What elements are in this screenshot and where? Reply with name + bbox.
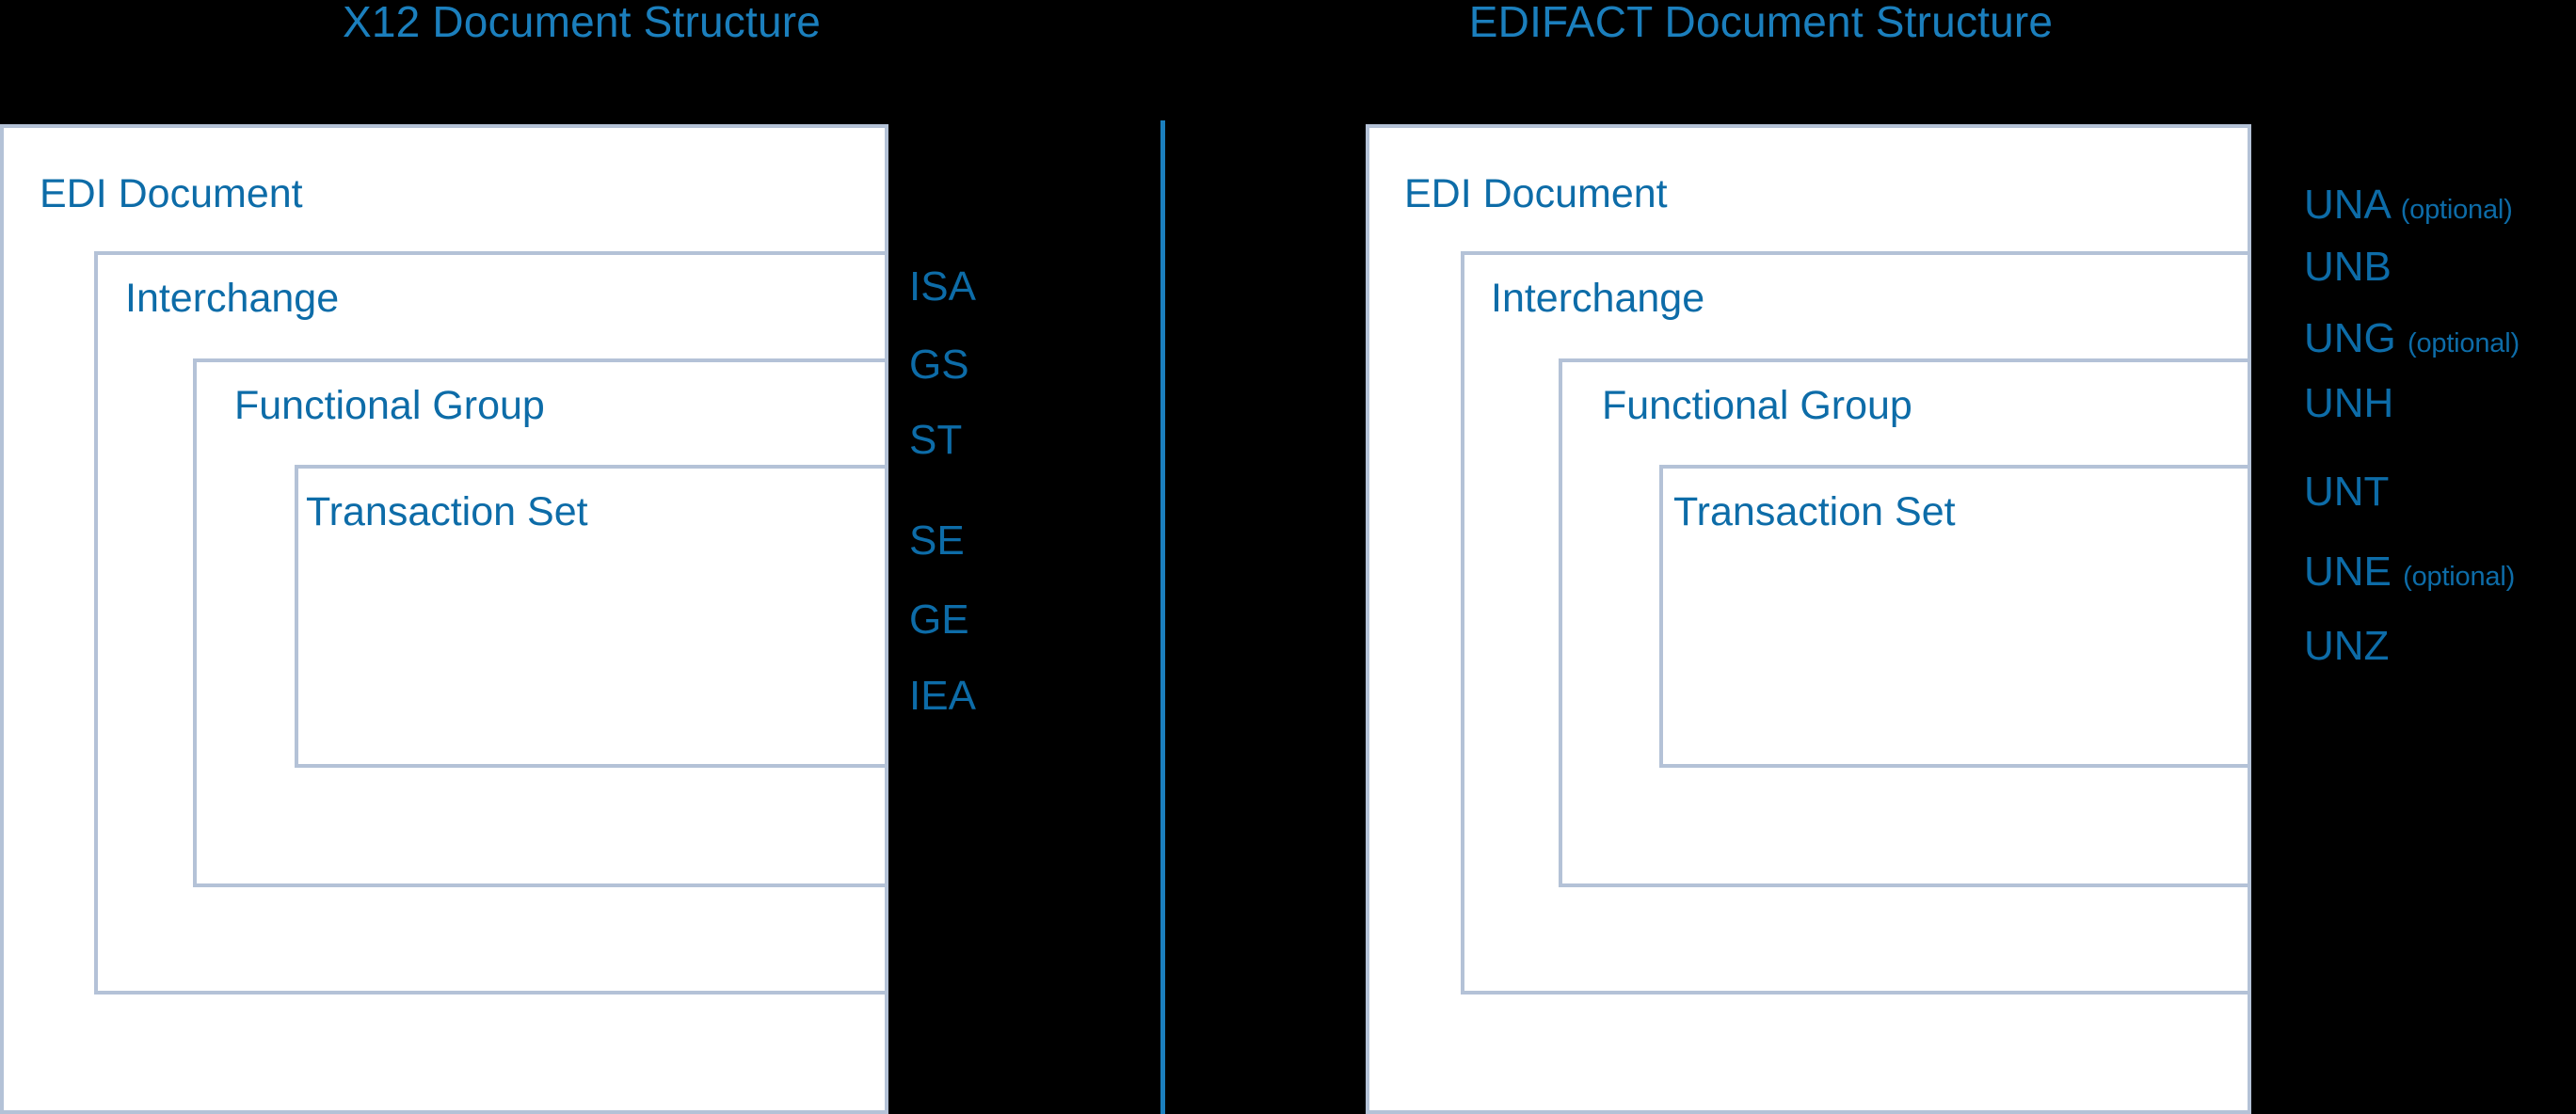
x12-interchange-label: Interchange (125, 276, 340, 321)
x12-segment-isa: ISA (909, 266, 976, 308)
x12-segment-iea: IEA (909, 676, 976, 717)
x12-edi-document-label: EDI Document (40, 171, 303, 216)
x12-transaction-set-label: Transaction Set (306, 489, 588, 534)
x12-segment-isa-code: ISA (909, 263, 976, 310)
edifact-segment-unz-code: UNZ (2304, 623, 2390, 669)
x12-segment-ge-code: GE (909, 597, 969, 643)
edifact-segment-unz: UNZ (2304, 626, 2389, 667)
edifact-functional-group-label: Functional Group (1602, 383, 1912, 428)
x12-segment-gs-code: GS (909, 342, 969, 388)
x12-segment-st-code: ST (909, 417, 963, 463)
edifact-segment-ung-code: UNG (2304, 315, 2396, 361)
edifact-segment-una-optional: (optional) (2400, 195, 2513, 225)
x12-segment-se: SE (909, 520, 965, 562)
panel-divider-line (1160, 120, 1165, 1114)
edifact-segment-unt: UNT (2304, 471, 2389, 513)
edifact-segment-unh-code: UNH (2304, 380, 2394, 426)
edifact-segment-unt-code: UNT (2304, 469, 2390, 515)
x12-segment-se-code: SE (909, 517, 965, 564)
x12-functional-group-label: Functional Group (234, 383, 545, 428)
diagram-canvas: X12 Document Structure EDIFACT Document … (0, 0, 2576, 1114)
edifact-segment-ung-optional: (optional) (2408, 328, 2520, 358)
edifact-panel-title: EDIFACT Document Structure (1468, 0, 2054, 46)
edifact-segment-une-optional: (optional) (2403, 562, 2516, 592)
edifact-interchange-label: Interchange (1491, 276, 1705, 321)
edifact-segment-una: UNA (optional) (2304, 184, 2513, 226)
edifact-segment-unb: UNB (2304, 247, 2392, 288)
edifact-transaction-set-label: Transaction Set (1673, 489, 1956, 534)
edifact-segment-ung: UNG (optional) (2304, 318, 2520, 359)
x12-segment-gs: GS (909, 344, 969, 386)
edifact-segment-une: UNE (optional) (2304, 551, 2515, 593)
x12-segment-iea-code: IEA (909, 673, 976, 719)
edifact-edi-document-label: EDI Document (1404, 171, 1668, 216)
x12-segment-st: ST (909, 420, 962, 461)
x12-panel-title: X12 Document Structure (342, 0, 822, 46)
edifact-segment-una-code: UNA (2304, 182, 2390, 228)
edifact-segment-une-code: UNE (2304, 549, 2392, 595)
edifact-segment-unh: UNH (2304, 383, 2393, 424)
edifact-segment-unb-code: UNB (2304, 244, 2392, 290)
x12-segment-ge: GE (909, 599, 969, 641)
